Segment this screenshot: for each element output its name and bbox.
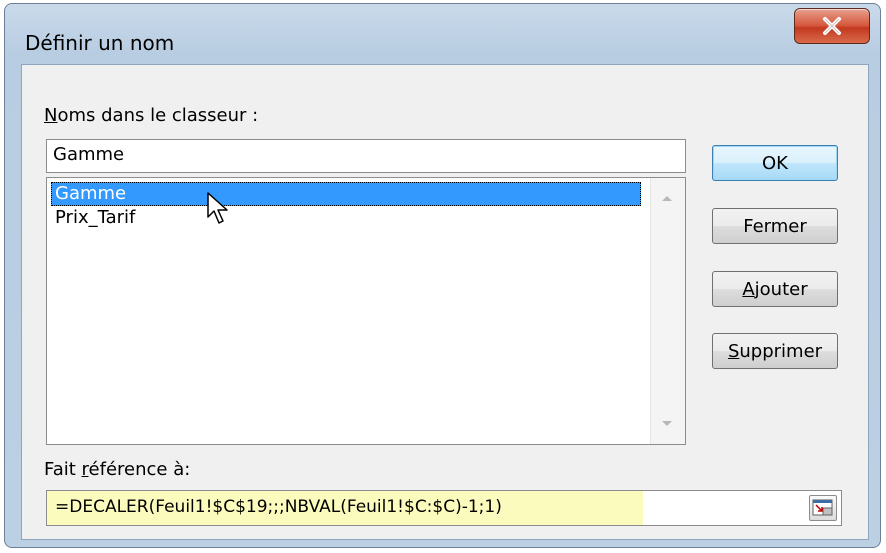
close-button[interactable] — [794, 8, 870, 44]
ok-button[interactable]: OK — [712, 145, 838, 181]
dialog-title: Définir un nom — [25, 31, 175, 55]
close-icon — [823, 17, 841, 35]
scroll-down-icon[interactable] — [662, 421, 672, 426]
list-item-prix-tarif[interactable]: Prix_Tarif — [51, 206, 641, 230]
collapse-dialog-icon — [812, 499, 833, 516]
name-input[interactable]: Gamme — [46, 139, 686, 173]
list-item-gamme[interactable]: Gamme — [51, 182, 641, 206]
delete-button[interactable]: Supprimer — [712, 333, 838, 369]
names-label: Noms dans le classeur : — [44, 105, 259, 126]
dialog-body: Noms dans le classeur : Gamme Gamme Prix… — [21, 64, 869, 540]
refers-to-label: Fait référence à: — [44, 459, 191, 480]
collapse-dialog-button[interactable] — [809, 495, 837, 521]
define-name-dialog: Définir un nom Noms dans le classeur : G… — [4, 3, 881, 548]
mouse-pointer-icon — [207, 192, 228, 224]
scroll-up-icon[interactable] — [662, 196, 672, 201]
list-scrollbar[interactable] — [650, 178, 685, 444]
close-dialog-button[interactable]: Fermer — [712, 208, 838, 244]
add-button[interactable]: Ajouter — [712, 271, 838, 307]
refers-to-formula: =DECALER(Feuil1!$C$19;;;NBVAL(Feuil1!$C:… — [55, 497, 502, 517]
refers-to-input[interactable]: =DECALER(Feuil1!$C$19;;;NBVAL(Feuil1!$C:… — [46, 490, 842, 526]
names-list: Gamme Prix_Tarif — [51, 182, 641, 230]
names-listbox[interactable]: Gamme Prix_Tarif — [46, 177, 686, 445]
